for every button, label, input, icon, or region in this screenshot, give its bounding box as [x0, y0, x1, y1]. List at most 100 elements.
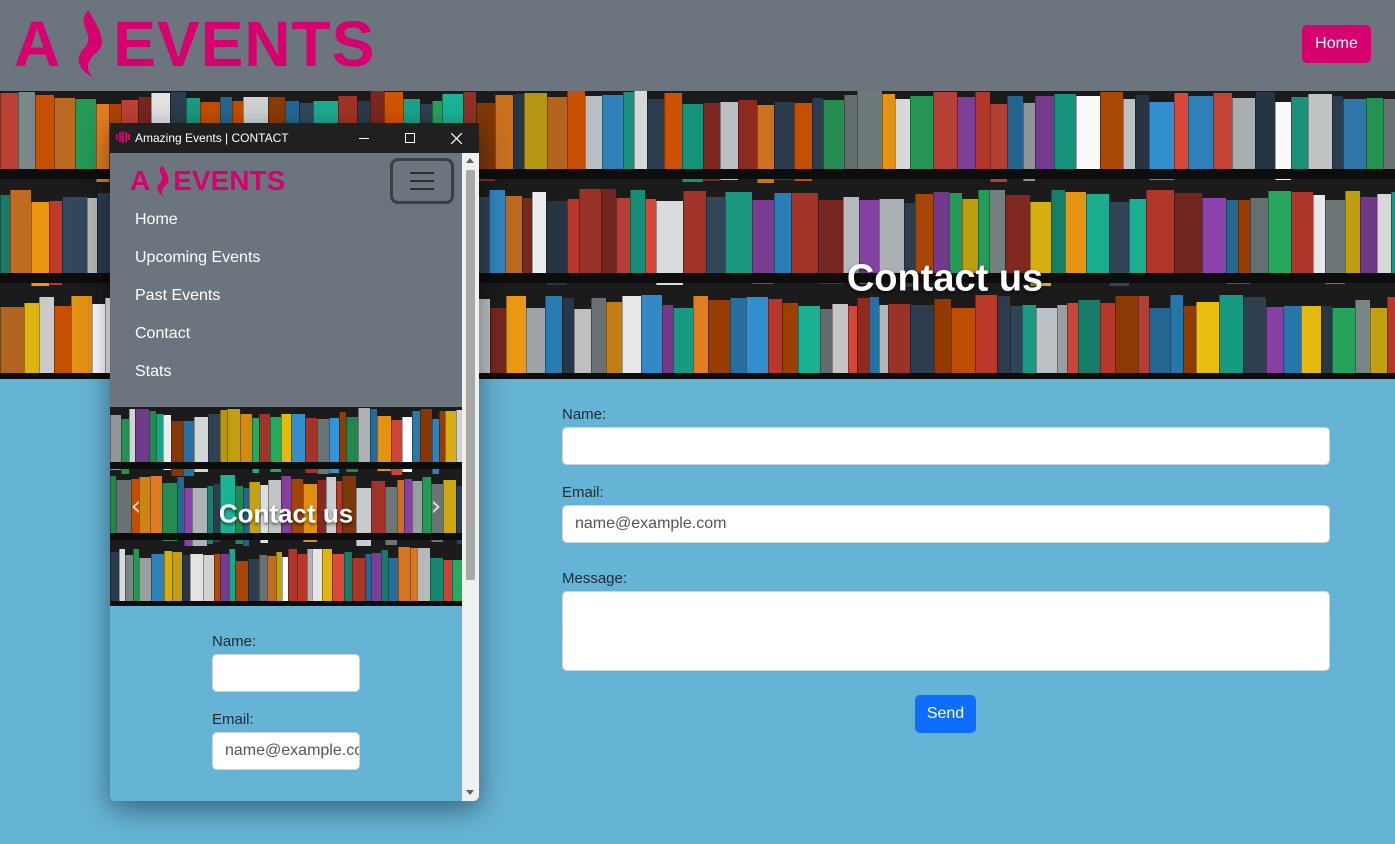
book-spine — [398, 547, 410, 601]
app-icon — [116, 131, 130, 143]
book-spine — [882, 94, 895, 172]
hamburger-menu-button[interactable] — [390, 158, 454, 204]
scrollbar-thumb[interactable] — [466, 170, 475, 580]
book-spine — [683, 191, 706, 275]
home-button[interactable]: Home — [1302, 25, 1371, 63]
shelf-plank — [110, 533, 462, 540]
book-spine — [445, 411, 456, 466]
book-spine — [1313, 195, 1325, 279]
maximize-icon — [405, 133, 415, 143]
book-spine — [1377, 194, 1391, 278]
minimize-icon — [359, 138, 369, 139]
scroll-down-icon[interactable] — [466, 790, 474, 795]
brand-logo[interactable]: A EVENTS — [14, 6, 375, 82]
book-spine — [1135, 95, 1149, 173]
nav-link-stats[interactable]: Stats — [135, 363, 171, 381]
nav-link-contact[interactable]: Contact — [135, 325, 190, 343]
book-spine — [1007, 96, 1023, 174]
book-spine — [404, 479, 412, 537]
shelf-plank — [110, 462, 462, 469]
book-spine — [190, 554, 203, 606]
book-spine — [203, 555, 214, 606]
book-spine — [443, 560, 452, 606]
nav-link-home[interactable]: Home — [135, 211, 178, 229]
carousel-prev-icon[interactable]: ‹ — [124, 491, 148, 521]
nav-link-past-events[interactable]: Past Events — [135, 287, 220, 305]
book-spine — [489, 190, 505, 274]
book-spine — [71, 296, 92, 376]
book-spine — [662, 305, 673, 379]
book-spine — [641, 295, 662, 375]
name-field[interactable] — [562, 427, 1330, 465]
book-spine — [798, 306, 820, 379]
book-spine — [62, 197, 87, 281]
book-spine — [1076, 96, 1100, 174]
scroll-up-icon[interactable] — [466, 158, 474, 163]
email-field[interactable]: name@example.com — [212, 732, 360, 770]
book-spine — [1036, 308, 1057, 379]
book-spine — [1138, 296, 1149, 376]
book-spine — [75, 99, 96, 177]
close-icon — [450, 132, 462, 144]
book-spine — [1291, 192, 1313, 276]
book-spine — [1054, 94, 1076, 172]
book-spine — [774, 193, 791, 277]
book-spine — [1100, 92, 1123, 170]
email-field[interactable]: name@example.com — [562, 505, 1330, 543]
book-spine — [602, 95, 623, 173]
book-spine — [513, 94, 524, 172]
minimize-button[interactable] — [341, 123, 387, 153]
name-field[interactable] — [212, 654, 360, 692]
book-spine — [951, 308, 975, 379]
book-spine — [344, 552, 352, 606]
book-spine — [1188, 96, 1213, 174]
book-spine — [358, 408, 370, 463]
hamburger-icon — [410, 172, 434, 174]
book-spine — [371, 481, 385, 539]
book-spine — [1129, 199, 1146, 283]
book-spine — [832, 304, 848, 379]
book-spine — [1266, 307, 1283, 379]
book-spine — [417, 548, 430, 602]
vertical-scrollbar[interactable] — [462, 153, 479, 801]
message-textarea[interactable] — [562, 591, 1330, 671]
book-spine — [547, 97, 567, 175]
book-spine — [259, 414, 270, 469]
book-spine — [579, 189, 601, 273]
book-spine — [752, 200, 774, 284]
book-spine — [606, 302, 622, 379]
window-content: A EVENTS Home Upcoming Events Past Event… — [110, 153, 462, 801]
book-spine — [164, 551, 172, 605]
book-spine — [1065, 192, 1086, 276]
book-spine — [135, 409, 149, 464]
logo-text: EVENTS — [113, 8, 376, 80]
book-spine — [522, 198, 532, 282]
top-navbar: A EVENTS Home — [0, 0, 1395, 91]
book-spine — [139, 558, 151, 606]
book-spine — [452, 560, 462, 606]
book-spine — [1366, 98, 1383, 176]
book-spine — [1226, 200, 1238, 284]
contact-form: Name: Email: name@example.com Message: — [562, 404, 1330, 671]
book-spine — [738, 100, 757, 178]
book-spine — [1067, 303, 1078, 379]
book-spine — [322, 549, 332, 603]
book-spine — [1219, 295, 1243, 375]
brand-logo[interactable]: A EVENTS — [130, 163, 285, 199]
book-spine — [616, 198, 630, 282]
name-label: Name: — [212, 633, 257, 650]
send-button[interactable]: Send — [915, 695, 976, 733]
message-label: Message: — [562, 570, 628, 587]
book-spine — [182, 555, 190, 606]
window-titlebar[interactable]: Amazing Events | CONTACT — [110, 123, 479, 153]
book-spine — [934, 299, 951, 379]
maximize-button[interactable] — [387, 123, 433, 153]
carousel-next-icon[interactable]: › — [424, 491, 448, 521]
book-spine — [1086, 194, 1109, 278]
book-spine — [768, 299, 782, 379]
book-spine — [645, 199, 656, 283]
close-button[interactable] — [433, 123, 479, 153]
nav-link-upcoming-events[interactable]: Upcoming Events — [135, 249, 260, 267]
book-spine — [823, 100, 844, 178]
book-spine — [248, 559, 259, 606]
